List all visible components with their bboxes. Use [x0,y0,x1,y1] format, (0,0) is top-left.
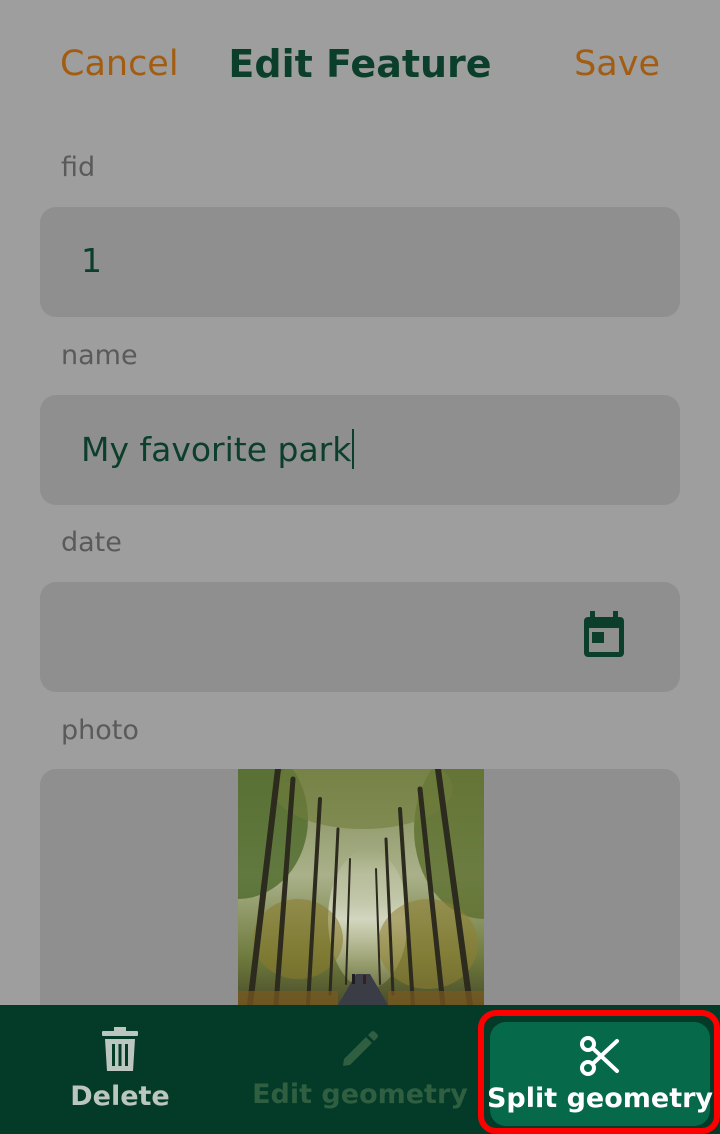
calendar-icon[interactable] [582,611,626,659]
name-value: My favorite park [81,429,355,469]
fid-value: 1 [81,241,102,280]
split-geometry-label: Split geometry [486,1082,714,1114]
save-button[interactable]: Save [574,44,660,84]
scissors-icon [580,1035,619,1076]
bottom-toolbar: Delete Edit geometry Split geometry [0,1005,720,1134]
edit-geometry-label: Edit geometry [252,1079,468,1110]
fid-field[interactable]: 1 [40,207,680,317]
fid-label: fid [61,152,96,183]
split-geometry-button[interactable]: Split geometry [486,1022,714,1126]
delete-label: Delete [70,1081,170,1112]
date-field[interactable] [40,582,680,692]
name-text: My favorite park [81,430,352,469]
text-cursor [352,429,355,469]
trash-icon [102,1027,138,1071]
pencil-icon [343,1031,378,1066]
photo-label: photo [61,715,139,746]
edit-geometry-button[interactable]: Edit geometry [240,1005,480,1134]
name-label: name [61,340,138,371]
delete-button[interactable]: Delete [0,1005,240,1134]
name-field[interactable]: My favorite park [40,395,680,505]
forest-path-photo[interactable] [238,769,484,1005]
header: Cancel Edit Feature Save [0,0,720,134]
date-label: date [61,527,122,558]
